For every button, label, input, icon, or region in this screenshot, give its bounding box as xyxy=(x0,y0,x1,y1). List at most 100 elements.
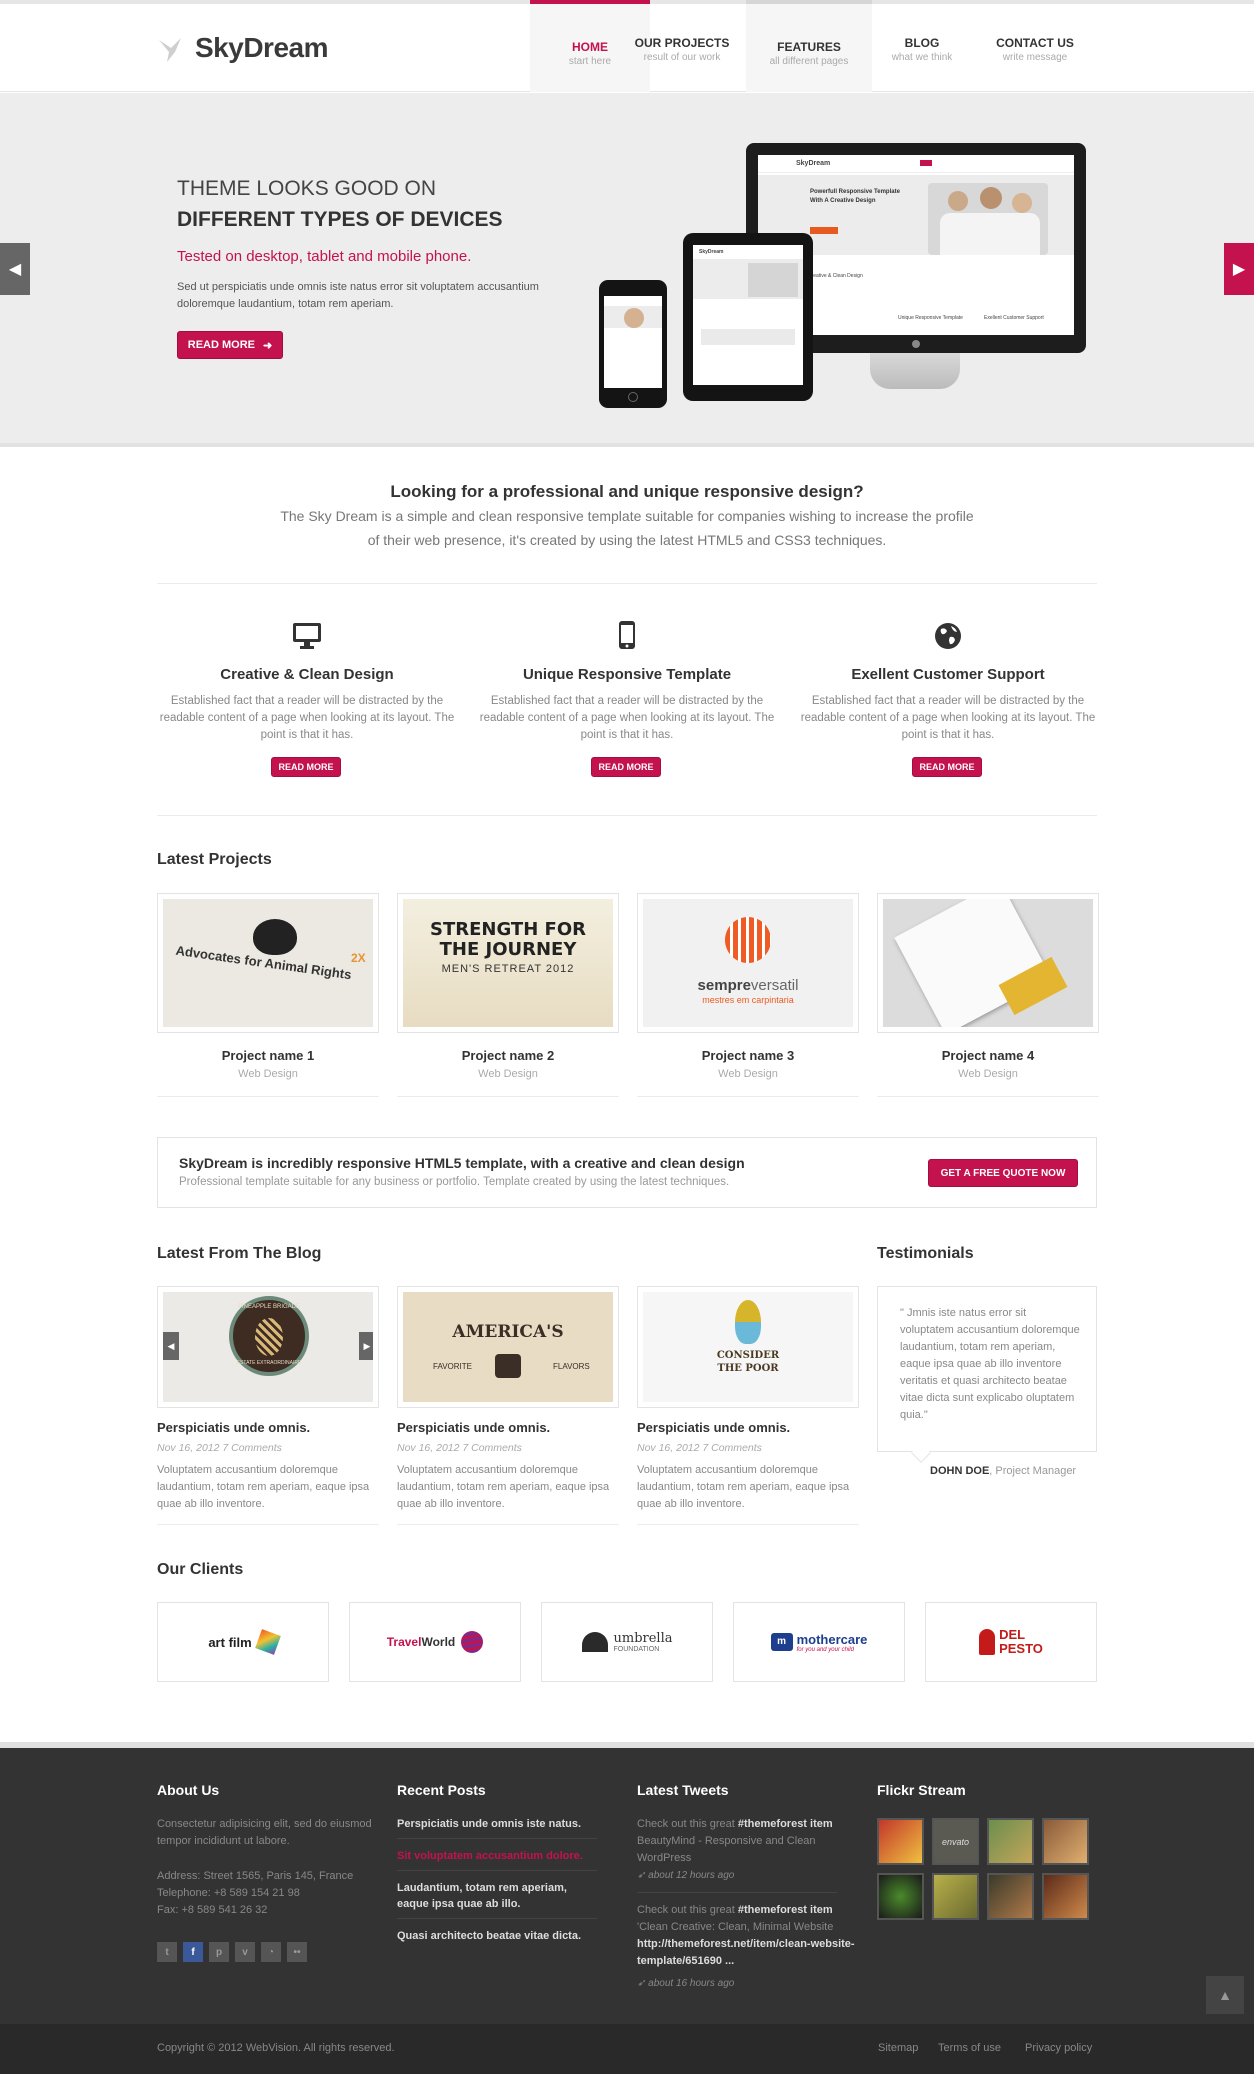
arrow-right-icon: ➜ xyxy=(263,339,273,352)
nav-contact-us[interactable]: CONTACT US write message xyxy=(975,4,1095,92)
slider-prev-button[interactable]: ◀ xyxy=(0,243,30,295)
terms-link[interactable]: Terms of use xyxy=(938,2042,1001,2054)
project-name[interactable]: Project name 4 xyxy=(877,1048,1099,1063)
project-thumb[interactable]: Advocates for Animal Rights 2X xyxy=(157,893,379,1033)
wood-logo-icon xyxy=(725,917,771,963)
footer-fax: Fax: +8 589 541 26 32 xyxy=(157,1904,268,1916)
hero-tagline: Tested on desktop, tablet and mobile pho… xyxy=(177,248,472,265)
m-logo-icon: m xyxy=(770,1633,793,1651)
img-line2: THE POOR xyxy=(717,1363,779,1374)
social-links: t f p v ◔ •• xyxy=(157,1942,307,1962)
screen-headline1: Powerfull Responsive Template xyxy=(810,189,900,195)
tweet-1: Check out this great #themeforest item Be… xyxy=(637,1818,833,1864)
blog-thumb[interactable]: PINEAPPLE BRIGADE ESTATE EXTRAORDINAIRE … xyxy=(157,1286,379,1408)
project-card-3[interactable]: sempreversatil mestres em carpintaria Pr… xyxy=(637,893,859,1098)
project-thumb[interactable]: sempreversatil mestres em carpintaria xyxy=(637,893,859,1033)
feature-read-more-button[interactable]: READ MORE xyxy=(912,757,982,777)
sitemap-link[interactable]: Sitemap xyxy=(878,2042,918,2054)
blog-thumb[interactable]: AMERICA'S FAVORITE FLAVORS xyxy=(397,1286,619,1408)
slider-next-button[interactable]: ▶ xyxy=(1224,243,1254,295)
project-name[interactable]: Project name 1 xyxy=(157,1048,379,1063)
testimonials-heading: Testimonials xyxy=(877,1245,974,1262)
hero-text: Sed ut perspiciatis unde omnis iste natu… xyxy=(177,281,539,310)
cta-title: SkyDream is incredibly responsive HTML5 … xyxy=(179,1155,745,1171)
blog-image: PINEAPPLE BRIGADE ESTATE EXTRAORDINAIRE … xyxy=(163,1292,373,1402)
blog-title[interactable]: Perspiciatis unde omnis. xyxy=(397,1420,550,1435)
globe-icon xyxy=(461,1631,484,1653)
blog-image: CONSIDER THE POOR xyxy=(643,1292,853,1402)
card-divider xyxy=(397,1096,619,1097)
client-logo-mothercare[interactable]: m mothercare for you and your child xyxy=(733,1602,905,1682)
nav-our-projects[interactable]: OUR PROJECTS result of our work xyxy=(622,4,742,92)
pinterest-icon[interactable]: p xyxy=(209,1942,229,1962)
get-quote-button[interactable]: GET A FREE QUOTE NOW xyxy=(928,1159,1078,1187)
blog-title[interactable]: Perspiciatis unde omnis. xyxy=(637,1420,790,1435)
client-logo-umbrella[interactable]: umbrella FOUNDATION xyxy=(541,1602,713,1682)
feature-text: Established fact that a reader will be d… xyxy=(159,695,455,741)
feature-read-more-button[interactable]: READ MORE xyxy=(591,757,661,777)
img-right: FLAVORS xyxy=(553,1362,590,1371)
site-footer: About Us Consectetur adipisicing elit, s… xyxy=(0,1742,1254,2024)
tweet-2: Check out this great #themeforest item 'C… xyxy=(637,1904,855,1967)
hashtag-link[interactable]: #themeforest item xyxy=(738,1818,833,1830)
tweet-time: ➶ about 12 hours ago xyxy=(637,1870,735,1881)
footer-about-text: Consectetur adipisicing elit, sed do eiu… xyxy=(157,1818,372,1847)
footer-post-link[interactable]: Sit voluptatem accusantium dolore. xyxy=(397,1848,597,1864)
footer-post-link[interactable]: Quasi architecto beatae vitae dicta. xyxy=(397,1928,597,1944)
project-name[interactable]: Project name 3 xyxy=(637,1048,859,1063)
project-thumb[interactable] xyxy=(877,893,1099,1033)
project-category: Web Design xyxy=(718,1068,778,1080)
footer-posts-heading: Recent Posts xyxy=(397,1782,486,1798)
home-button-icon xyxy=(628,392,638,402)
flickr-thumb[interactable] xyxy=(877,1818,924,1865)
rss-icon[interactable]: ◔ xyxy=(261,1942,281,1962)
testimonial-box: " Jmnis iste natus error sit voluptatem … xyxy=(877,1286,1097,1463)
blog-post-2: AMERICA'S FAVORITE FLAVORS Perspiciatis … xyxy=(397,1286,619,1526)
blog-image: AMERICA'S FAVORITE FLAVORS xyxy=(403,1292,613,1402)
project-card-1[interactable]: Advocates for Animal Rights 2X Project n… xyxy=(157,893,379,1098)
flickr-thumb[interactable] xyxy=(1042,1873,1089,1920)
flickr-thumb[interactable] xyxy=(987,1818,1034,1865)
project-card-2[interactable]: STRENGTH FOR THE JOURNEY MEN'S RETREAT 2… xyxy=(397,893,619,1098)
project-card-4[interactable]: Project name 4 Web Design xyxy=(877,893,1099,1098)
back-to-top-button[interactable]: ▲ xyxy=(1206,1976,1244,2014)
divider xyxy=(157,583,1097,584)
screen-headline2: With A Creative Design xyxy=(810,198,876,204)
footer-post-link[interactable]: Perspiciatis unde omnis iste natus. xyxy=(397,1816,597,1832)
feature-read-more-button[interactable]: READ MORE xyxy=(271,757,341,777)
phone-screen xyxy=(604,296,662,388)
blog-post-1: PINEAPPLE BRIGADE ESTATE EXTRAORDINAIRE … xyxy=(157,1286,379,1526)
blog-slider-next[interactable]: ▶ xyxy=(359,1332,373,1360)
flickr-icon[interactable]: •• xyxy=(287,1942,307,1962)
blog-title[interactable]: Perspiciatis unde omnis. xyxy=(157,1420,310,1435)
blog-thumb[interactable]: CONSIDER THE POOR xyxy=(637,1286,859,1408)
footer-tweets-heading: Latest Tweets xyxy=(637,1782,729,1798)
twitter-icon[interactable]: t xyxy=(157,1942,177,1962)
privacy-link[interactable]: Privacy policy xyxy=(1025,2042,1092,2054)
flickr-thumb[interactable]: envato xyxy=(932,1818,979,1865)
footer-post-link[interactable]: Laudantium, totam rem aperiam, eaque ips… xyxy=(397,1880,597,1912)
flickr-thumb[interactable] xyxy=(932,1873,979,1920)
project-name[interactable]: Project name 2 xyxy=(397,1048,619,1063)
flickr-thumb[interactable] xyxy=(877,1873,924,1920)
client-logo-delpesto[interactable]: DEL PESTO xyxy=(925,1602,1097,1682)
flickr-thumb[interactable] xyxy=(987,1873,1034,1920)
feature-text: Established fact that a reader will be d… xyxy=(479,695,775,741)
facebook-icon[interactable]: f xyxy=(183,1942,203,1962)
project-thumb[interactable]: STRENGTH FOR THE JOURNEY MEN'S RETREAT 2… xyxy=(397,893,619,1033)
people-photo xyxy=(928,183,1048,255)
nav-sub: write message xyxy=(1002,52,1068,63)
feature-title: Exellent Customer Support xyxy=(851,666,1045,683)
blog-slider-prev[interactable]: ◀ xyxy=(163,1332,179,1360)
vimeo-icon[interactable]: v xyxy=(235,1942,255,1962)
flickr-thumb[interactable] xyxy=(1042,1818,1089,1865)
nav-features[interactable]: FEATURES all different pages xyxy=(746,0,872,92)
hero-read-more-button[interactable]: READ MORE ➜ xyxy=(177,331,283,359)
tweet-link[interactable]: http://themeforest.net/item/clean-websit… xyxy=(637,1938,855,1967)
client-logo-travelworld[interactable]: TravelWorld xyxy=(349,1602,521,1682)
badge-top-text: PINEAPPLE BRIGADE xyxy=(237,1304,301,1310)
client-logo-artfilm[interactable]: art film xyxy=(157,1602,329,1682)
hashtag-link[interactable]: #themeforest item xyxy=(738,1904,833,1916)
project-image xyxy=(883,899,1093,1027)
nav-blog[interactable]: BLOG what we think xyxy=(862,4,982,92)
